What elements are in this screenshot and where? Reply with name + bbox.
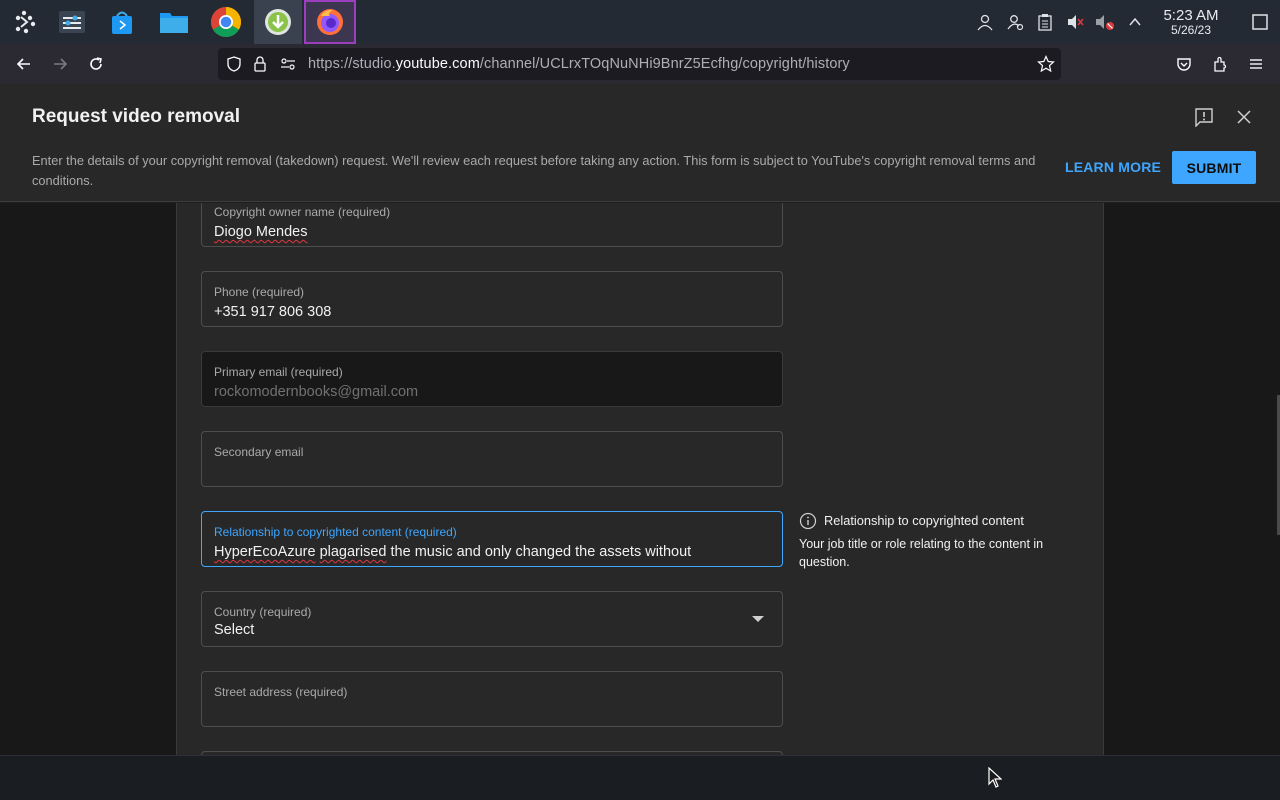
extensions-icon[interactable]: [1204, 48, 1236, 80]
system-settings-icon[interactable]: [48, 0, 96, 44]
relationship-rest: the music and only changed the assets wi…: [386, 544, 692, 560]
relationship-label: Relationship to copyrighted content (req…: [214, 525, 457, 539]
volume-muted-icon[interactable]: [1060, 0, 1090, 44]
dialog-title: Request video removal: [32, 106, 241, 127]
browser-toolbar: https://studio.youtube.com/channel/UCLrx…: [0, 44, 1280, 84]
owner-name-value: Diogo Mendes: [214, 224, 308, 240]
system-tray: 5:23 AM 5/26/23: [970, 0, 1280, 44]
folder-icon[interactable]: [150, 0, 198, 44]
owner-name-label: Copyright owner name (required): [214, 205, 391, 219]
bookmark-star-icon[interactable]: [1037, 55, 1055, 78]
relationship-field[interactable]: Relationship to copyrighted content (req…: [201, 511, 783, 567]
forward-icon[interactable]: [44, 48, 76, 80]
url-bar[interactable]: https://studio.youtube.com/channel/UCLrx…: [218, 48, 1061, 80]
learn-more-button[interactable]: LEARN MORE: [1064, 152, 1162, 182]
url-prefix: https://studio.: [308, 56, 396, 72]
clipboard-icon[interactable]: [1030, 0, 1060, 44]
phone-value: +351 917 806 308: [214, 304, 332, 320]
submit-button[interactable]: SUBMIT: [1172, 151, 1256, 184]
street-address-field[interactable]: Street address (required): [201, 671, 783, 727]
user-switch-icon[interactable]: [1000, 0, 1030, 44]
owner-name-field[interactable]: Copyright owner name (required) Diogo Me…: [201, 203, 783, 247]
phone-field[interactable]: Phone (required) +351 917 806 308: [201, 271, 783, 327]
store-icon[interactable]: [98, 0, 146, 44]
relationship-value: HyperEcoAzure plagarised the music and o…: [214, 544, 691, 560]
launcher-icon[interactable]: [0, 0, 48, 44]
secondary-email-field[interactable]: Secondary email: [201, 431, 783, 487]
shield-icon[interactable]: [226, 56, 242, 77]
country-label: Country (required): [214, 605, 312, 619]
back-icon[interactable]: [8, 48, 40, 80]
download-manager-icon[interactable]: [254, 0, 302, 44]
dialog-description: Enter the details of your copyright remo…: [32, 153, 1036, 188]
close-icon[interactable]: [1231, 104, 1257, 130]
form-panel: Copyright owner name (required) Diogo Me…: [176, 203, 1104, 755]
taskbar: 5:23 AM 5/26/23: [0, 0, 1280, 44]
permissions-icon[interactable]: [280, 57, 296, 76]
primary-email-value: rockomodernbooks@gmail.com: [214, 384, 419, 400]
country-value: Select: [214, 622, 255, 638]
phone-label: Phone (required): [214, 285, 305, 299]
info-icon: [799, 512, 817, 530]
show-desktop-icon[interactable]: [1240, 0, 1280, 44]
reload-icon[interactable]: [80, 48, 112, 80]
user-icon[interactable]: [970, 0, 1000, 44]
primary-email-label: Primary email (required): [214, 365, 343, 379]
firefox-icon[interactable]: [304, 0, 356, 44]
url-host: youtube.com: [395, 56, 480, 72]
dropdown-arrow-icon[interactable]: [752, 616, 764, 622]
dialog-header: Request video removal Enter the details …: [0, 84, 1280, 202]
primary-email-field: Primary email (required) rockomodernbook…: [201, 351, 783, 407]
clock[interactable]: 5:23 AM 5/26/23: [1156, 8, 1226, 36]
country-select[interactable]: Country (required) Select: [201, 591, 783, 647]
microphone-muted-icon[interactable]: [1090, 0, 1120, 44]
chrome-icon[interactable]: [202, 0, 250, 44]
street-address-label: Street address (required): [214, 685, 348, 699]
clock-date: 5/26/23: [1170, 23, 1212, 37]
url-text: https://studio.youtube.com/channel/UCLrx…: [308, 56, 850, 72]
help-title: Relationship to copyrighted content: [824, 513, 1024, 528]
clock-time: 5:23 AM: [1163, 7, 1219, 24]
menu-icon[interactable]: [1240, 48, 1272, 80]
secondary-email-label: Secondary email: [214, 445, 304, 459]
url-path: /channel/UCLrxTOqNuNHi9BnrZ5Ecfhg/copyri…: [479, 56, 850, 72]
tray-expand-icon[interactable]: [1120, 0, 1150, 44]
feedback-icon[interactable]: [1191, 104, 1217, 130]
relationship-word-2: plagarised: [319, 544, 387, 560]
bottom-panel: [0, 755, 1280, 800]
mouse-cursor-icon: [988, 766, 1003, 794]
pocket-icon[interactable]: [1168, 48, 1200, 80]
relationship-word-1: HyperEcoAzure: [214, 544, 316, 560]
lock-icon[interactable]: [253, 56, 267, 77]
help-body: Your job title or role relating to the c…: [799, 537, 1044, 569]
